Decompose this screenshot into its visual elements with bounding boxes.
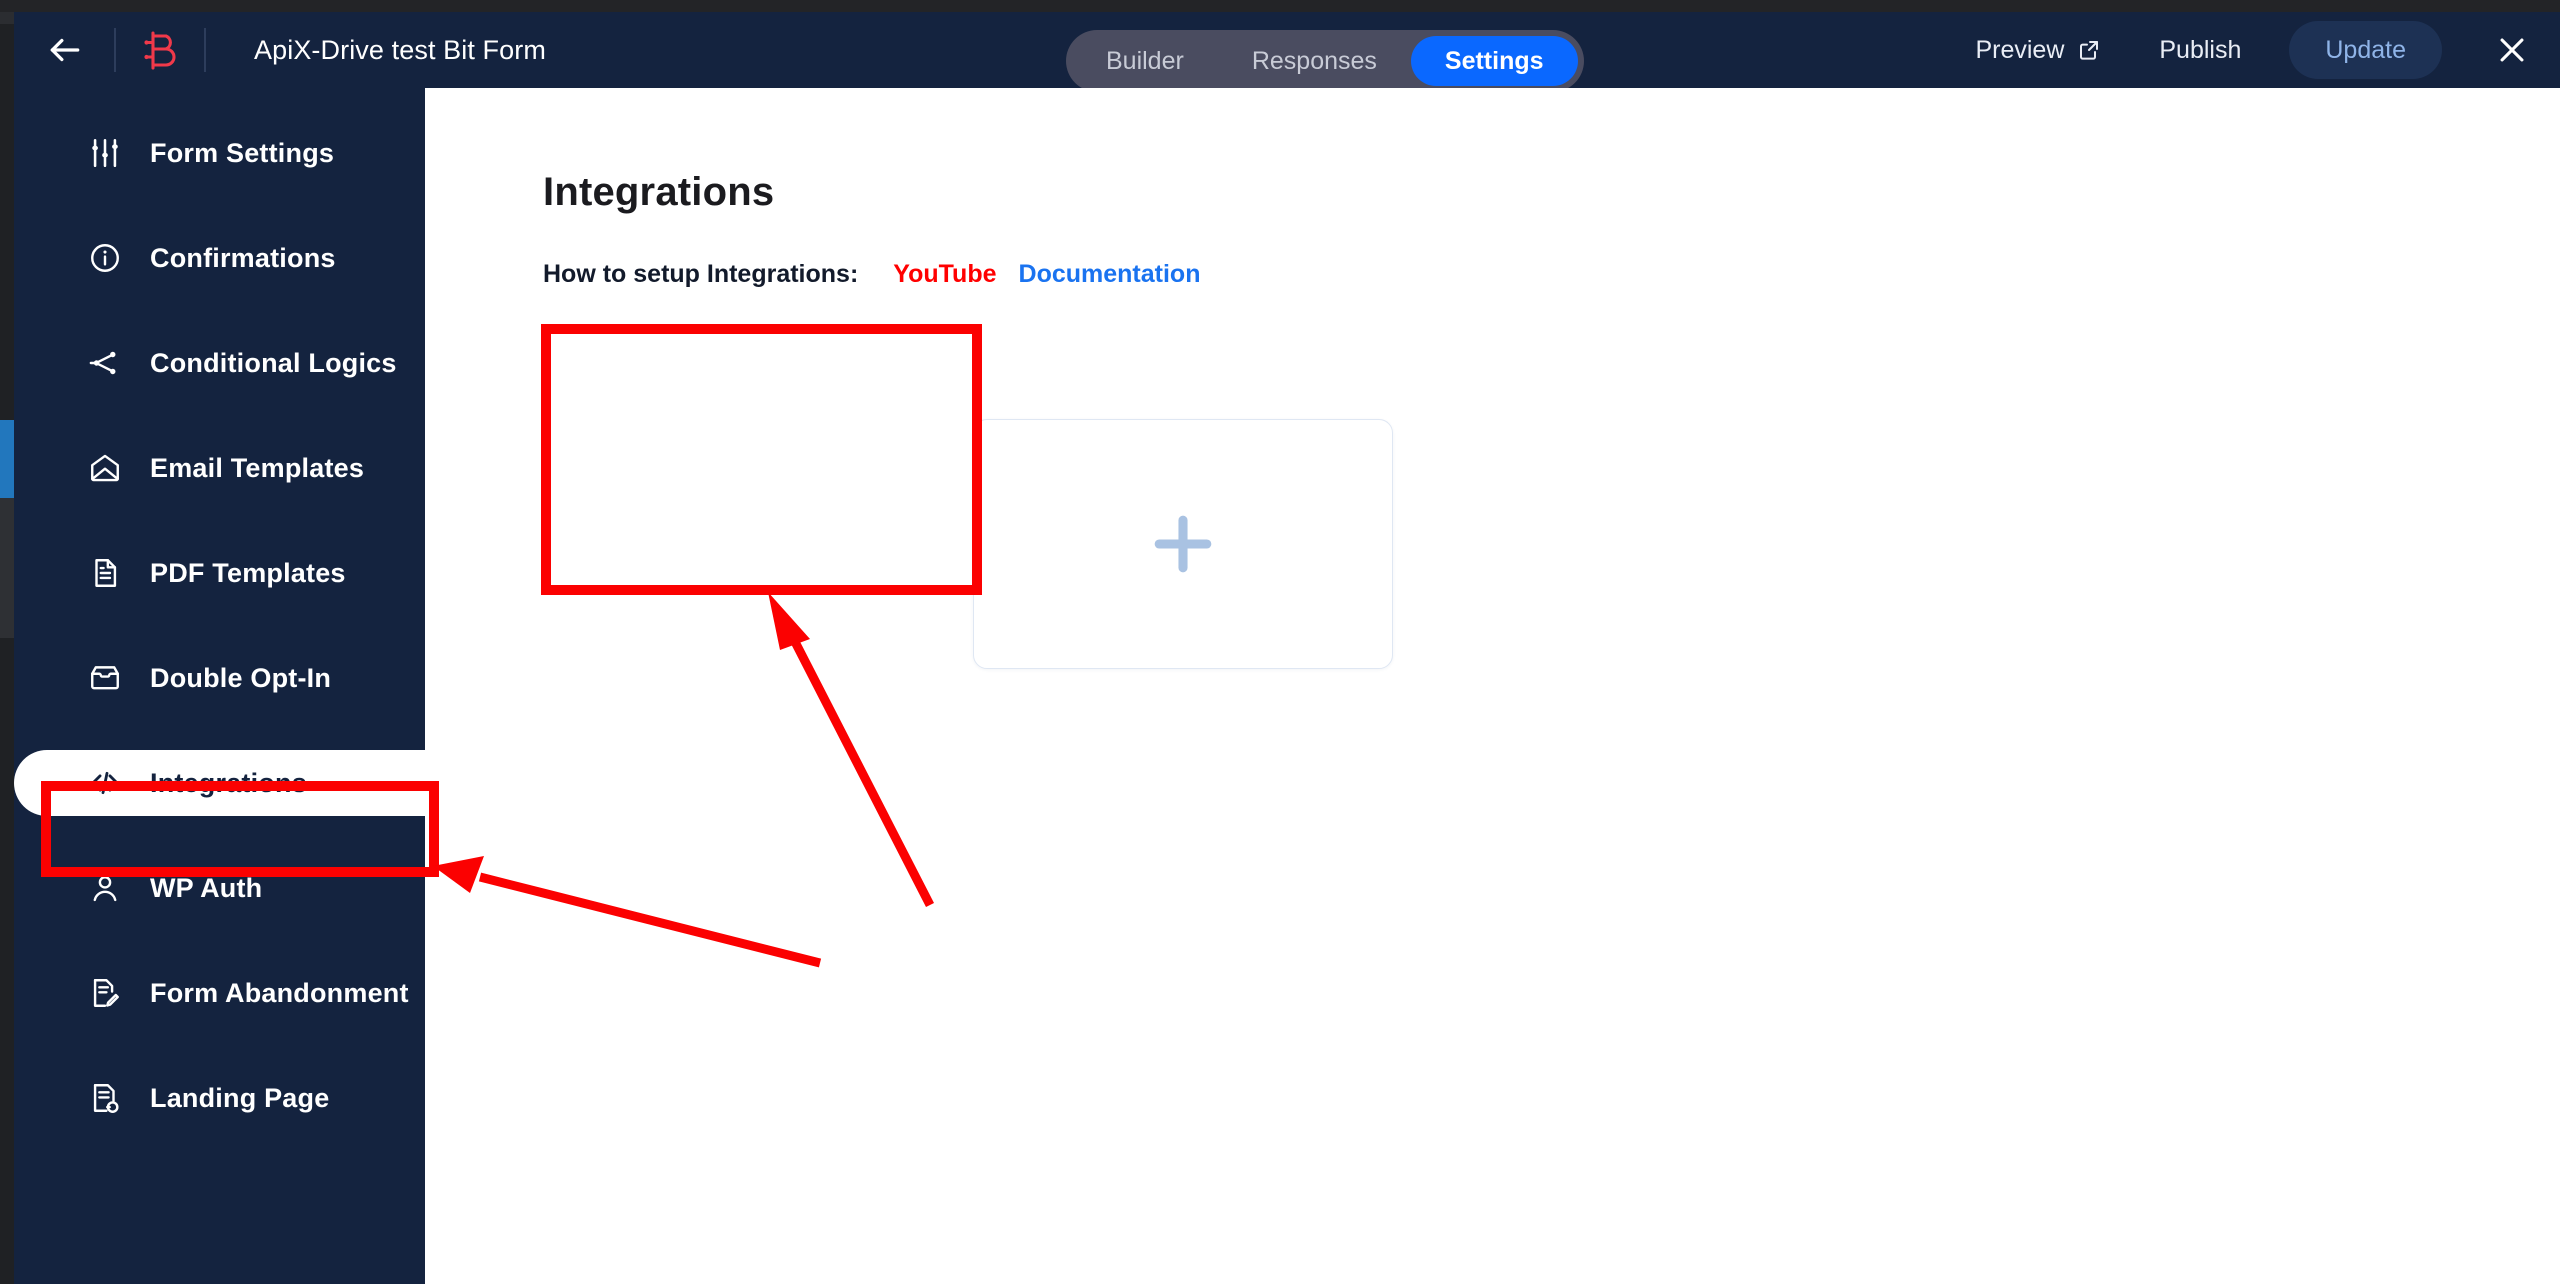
sidebar-item-email-templates[interactable]: Email Templates (14, 435, 425, 501)
scrollbar-track-lower (0, 638, 14, 1284)
how-to-setup-row: How to setup Integrations: YouTube Docum… (543, 260, 1200, 289)
main-tabs: Builder Responses Settings (1066, 30, 1584, 92)
settings-sidebar: Form Settings Confirmations Conditional … (14, 88, 425, 1284)
info-circle-icon (86, 239, 124, 277)
header-divider-left (114, 28, 116, 72)
sliders-icon (86, 134, 124, 172)
publish-button[interactable]: Publish (2159, 36, 2241, 65)
sidebar-label-conditional-logics: Conditional Logics (150, 347, 397, 378)
tab-responses[interactable]: Responses (1218, 36, 1411, 86)
arrow-left-icon (50, 38, 80, 62)
sidebar-item-integrations[interactable]: Integrations (14, 750, 425, 816)
header-actions: Preview Publish Update (1975, 12, 2536, 88)
bitform-logo (138, 26, 182, 74)
back-button[interactable] (38, 23, 92, 77)
close-button[interactable] (2488, 26, 2536, 74)
sidebar-item-wp-auth[interactable]: WP Auth (14, 855, 425, 921)
user-icon (86, 869, 124, 907)
logo-node-top (144, 40, 149, 45)
sidebar-label-landing-page: Landing Page (150, 1082, 330, 1113)
document-lines-icon (86, 554, 124, 592)
update-button[interactable]: Update (2289, 21, 2442, 79)
document-link-icon (86, 1079, 124, 1117)
form-title: ApiX-Drive test Bit Form (254, 34, 546, 65)
sidebar-label-form-abandonment: Form Abandonment (150, 977, 409, 1008)
how-to-setup-label: How to setup Integrations: (543, 260, 859, 288)
header-left-group: ApiX-Drive test Bit Form (14, 12, 546, 88)
window-top-strip (0, 0, 2560, 12)
sidebar-label-email-templates: Email Templates (150, 452, 365, 483)
scrollbar-track-mid (0, 498, 14, 638)
logo-node-bottom (144, 54, 149, 60)
sidebar-item-confirmations[interactable]: Confirmations (14, 225, 425, 291)
external-link-icon (2080, 41, 2099, 60)
sidebar-item-form-abandonment[interactable]: Form Abandonment (14, 960, 425, 1026)
sidebar-label-pdf-templates: PDF Templates (150, 557, 346, 588)
preview-label: Preview (1975, 35, 2065, 64)
preview-button[interactable]: Preview (1975, 36, 2101, 65)
page-title: Integrations (543, 170, 775, 214)
app-header: ApiX-Drive test Bit Form Builder Respons… (14, 12, 2560, 92)
sidebar-item-pdf-templates[interactable]: PDF Templates (14, 540, 425, 606)
document-pencil-icon (86, 974, 124, 1012)
tab-builder[interactable]: Builder (1072, 36, 1218, 86)
open-envelope-icon (86, 449, 124, 487)
add-integration-card[interactable] (973, 419, 1393, 669)
share-nodes-icon (86, 344, 124, 382)
sidebar-label-double-opt-in: Double Opt-In (150, 662, 332, 693)
page-scrollbar[interactable] (0, 12, 14, 1284)
sidebar-nav: Form Settings Confirmations Conditional … (14, 88, 425, 1131)
inbox-tray-icon (86, 659, 124, 697)
scrollbar-track-upper (0, 24, 14, 420)
sidebar-item-double-opt-in[interactable]: Double Opt-In (14, 645, 425, 711)
sidebar-label-wp-auth: WP Auth (150, 872, 263, 903)
header-divider-right (204, 28, 206, 72)
bitform-logo-icon (144, 31, 176, 70)
code-brackets-icon (86, 764, 124, 802)
tab-settings[interactable]: Settings (1410, 36, 1578, 86)
sidebar-item-form-settings[interactable]: Form Settings (14, 120, 425, 186)
sidebar-label-confirmations: Confirmations (150, 242, 336, 273)
sidebar-label-integrations: Integrations (150, 767, 307, 798)
plus-icon (1154, 515, 1212, 573)
sidebar-item-conditional-logics[interactable]: Conditional Logics (14, 330, 425, 396)
sidebar-label-form-settings: Form Settings (150, 137, 335, 168)
youtube-link[interactable]: YouTube (893, 260, 996, 289)
settings-content-panel: Integrations How to setup Integrations: … (425, 88, 2560, 1284)
scrollbar-thumb[interactable] (0, 420, 14, 498)
documentation-link[interactable]: Documentation (1019, 260, 1201, 289)
close-icon (2500, 38, 2524, 62)
sidebar-item-landing-page[interactable]: Landing Page (14, 1065, 425, 1131)
